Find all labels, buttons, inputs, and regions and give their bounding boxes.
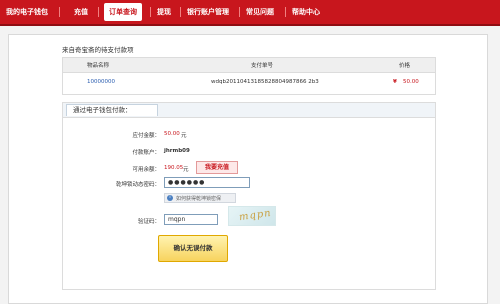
password-help-text: 如何获得乾坤锁密保 [176,196,222,202]
column-header-item-name: 物品名称 [87,63,110,69]
balance-value: 190.05 [164,165,184,171]
nav-item-bank-accounts[interactable]: 银行账户管理 [187,5,229,19]
confirm-payment-button[interactable]: 确认无误付款 [158,235,228,262]
amount-label: 应付金额： [132,133,160,139]
account-label: 付款账户： [132,150,160,156]
info-icon: i [167,195,173,201]
captcha-image[interactable]: mqpn [228,206,276,226]
recharge-button[interactable]: 我要充值 [196,161,238,174]
amount-value: 50.00 [164,131,180,137]
password-help-link[interactable]: i 如何获得乾坤锁密保 [164,193,236,203]
payment-number: wdqb20110413185828804987866 2b3 [211,79,319,85]
nav-item-recharge[interactable]: 充值 [74,5,88,19]
order-title: 来自奇宝斋的待支付款项 [62,46,134,54]
nav-separator [98,7,99,17]
amount-unit: 元 [181,133,187,139]
balance-label: 可用余额： [132,167,160,173]
nav-item-help-center[interactable]: 帮助中心 [292,5,320,19]
price-currency: ¥ [393,79,397,85]
payment-panel-header: 通过电子钱包付款： [63,103,435,118]
column-header-price: 价格 [399,63,411,69]
order-table: 物品名称 支付单号 价格 10000000 wdqb20110413185828… [62,57,436,95]
nav-item-withdraw[interactable]: 提现 [157,5,171,19]
nav-item-wallet[interactable]: 我的电子钱包 [6,5,48,19]
balance-unit: 元 [183,167,189,173]
item-name-link[interactable]: 10000000 [87,79,115,85]
nav-item-faq[interactable]: 常见问题 [246,5,274,19]
column-header-payment-no: 支付单号 [251,63,274,69]
captcha-label: 验证码： [137,219,160,225]
captcha-input[interactable]: mqpn [164,214,218,225]
top-nav: 我的电子钱包 充值 订单查询 提现 银行账户管理 常见问题 帮助中心 [0,0,500,26]
wallet-payment-tab: 通过电子钱包付款： [66,104,158,116]
nav-separator [59,7,60,17]
nav-separator [285,7,286,17]
order-table-header: 物品名称 支付单号 价格 [63,58,435,73]
captcha-image-text: mqpn [238,207,273,224]
password-label: 乾坤锁动态密码： [115,182,160,188]
account-value: jhrmb09 [164,148,190,154]
nav-separator [239,7,240,17]
price-value: 50.00 [403,79,419,85]
nav-item-order-query[interactable]: 订单查询 [104,3,142,21]
nav-separator [150,7,151,17]
nav-separator [180,7,181,17]
dynamic-password-input[interactable]: ●●●●●● [164,177,250,188]
